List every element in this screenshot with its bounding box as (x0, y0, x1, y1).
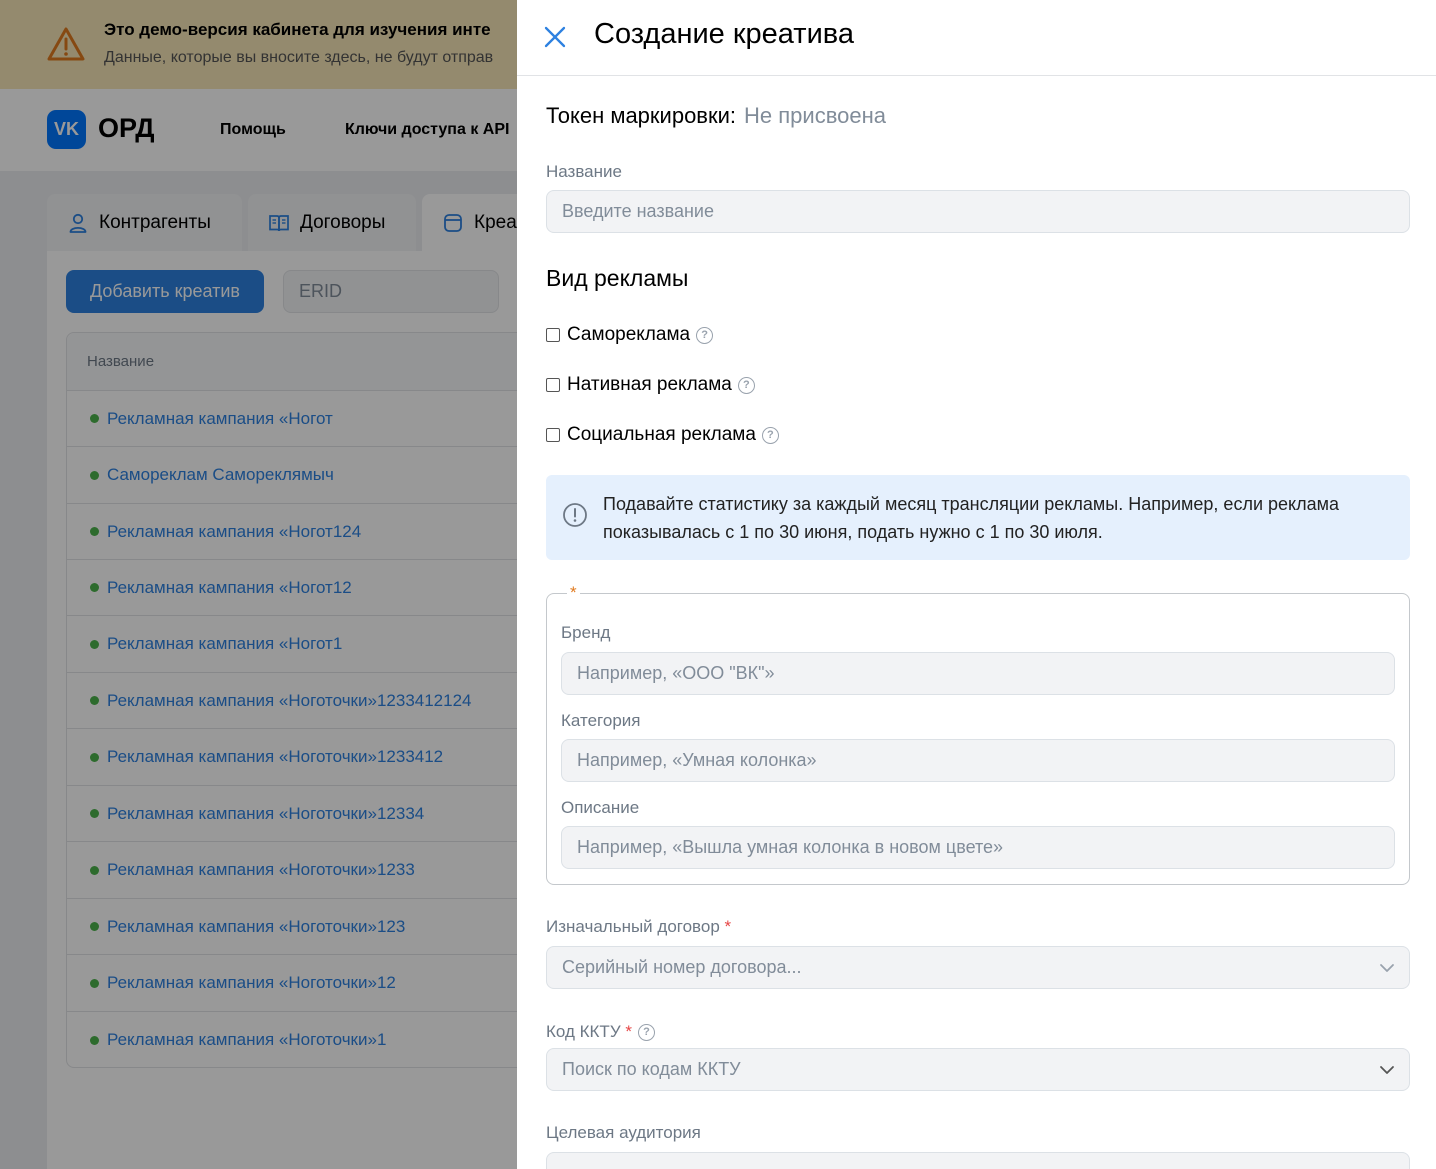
audience-label: Целевая аудитория (546, 1123, 701, 1142)
description-label: Описание (561, 798, 640, 817)
self-ad-option: Самореклама ? (546, 324, 714, 346)
native-ad-label[interactable]: Нативная реклама (567, 374, 732, 396)
native-ad-option: Нативная реклама ? (546, 374, 755, 396)
required-mark: * (724, 917, 732, 936)
token-value: Не присвоена (744, 103, 886, 128)
chevron-down-icon (1380, 1066, 1394, 1074)
kktu-label-text: Код ККТУ (546, 1022, 621, 1041)
panel-header: Создание креатива (517, 0, 1436, 76)
required-mark: * (625, 1022, 632, 1041)
category-input[interactable]: Например, «Умная колонка» (561, 739, 1395, 782)
kktu-select-placeholder: Поиск по кодам ККТУ (562, 1059, 741, 1079)
help-icon[interactable]: ? (761, 426, 779, 444)
close-icon[interactable] (543, 25, 567, 49)
contract-label: Изначальный договор * (546, 917, 731, 937)
name-input[interactable]: Введите название (546, 190, 1410, 233)
info-icon (563, 503, 587, 527)
social-ad-label[interactable]: Социальная реклама (567, 424, 756, 446)
contract-select[interactable]: Серийный номер договора... (546, 946, 1410, 989)
panel-title: Создание креатива (594, 18, 854, 50)
brand-input[interactable]: Например, «ООО "ВК"» (561, 652, 1395, 695)
contract-label-text: Изначальный договор (546, 917, 720, 936)
native-ad-checkbox[interactable] (546, 378, 560, 392)
info-notice: Подавайте статистику за каждый месяц тра… (546, 475, 1410, 560)
audience-input[interactable] (546, 1152, 1410, 1169)
info-text: Подавайте статистику за каждый месяц тра… (603, 494, 1339, 542)
description-input[interactable]: Например, «Вышла умная колонка в новом ц… (561, 826, 1395, 869)
name-label: Название (546, 162, 622, 181)
token-label: Токен маркировки: (546, 103, 737, 128)
self-ad-checkbox[interactable] (546, 328, 560, 342)
required-mark: * (567, 583, 580, 603)
social-ad-option: Социальная реклама ? (546, 424, 779, 446)
help-icon[interactable]: ? (696, 326, 714, 344)
create-creative-panel: Создание креатива Токен маркировки: Не пр… (517, 0, 1436, 1169)
token-line: Токен маркировки: Не присвоена (546, 103, 886, 129)
kktu-select[interactable]: Поиск по кодам ККТУ (546, 1048, 1410, 1091)
help-icon[interactable]: ? (737, 376, 755, 394)
brand-label: Бренд (561, 623, 611, 642)
social-ad-checkbox[interactable] (546, 428, 560, 442)
ad-type-title: Вид рекламы (546, 265, 689, 291)
help-icon[interactable]: ? (637, 1023, 655, 1041)
kktu-label: Код ККТУ * ? (546, 1022, 655, 1042)
category-label: Категория (561, 711, 641, 730)
self-ad-label[interactable]: Самореклама (567, 324, 690, 346)
contract-select-placeholder: Серийный номер договора... (562, 957, 802, 977)
chevron-down-icon (1380, 964, 1394, 972)
